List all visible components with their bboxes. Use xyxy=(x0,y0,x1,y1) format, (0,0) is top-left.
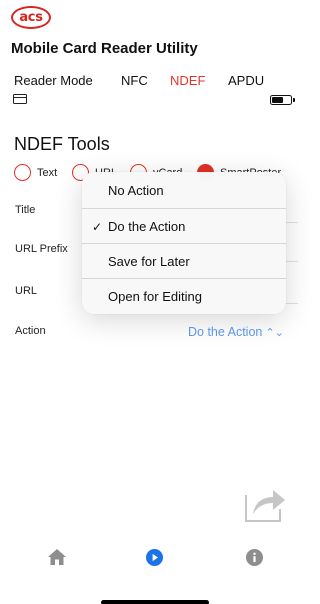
url-label: URL xyxy=(15,285,38,297)
tab-reader-mode[interactable]: Reader Mode xyxy=(14,73,93,88)
logo-text: acs xyxy=(19,10,43,25)
checkmark-icon: ✓ xyxy=(91,219,103,234)
home-indicator[interactable] xyxy=(101,600,209,604)
menu-item-do-the-action[interactable]: ✓ Do the Action xyxy=(82,209,286,244)
home-icon[interactable] xyxy=(47,548,67,571)
acs-logo: acs xyxy=(11,6,51,29)
radio-text[interactable]: Text xyxy=(14,164,57,181)
menu-item-label: No Action xyxy=(108,183,164,198)
radio-label: Text xyxy=(37,166,58,179)
url-prefix-label: URL Prefix xyxy=(15,243,68,255)
action-select-value: Do the Action xyxy=(188,325,263,339)
menu-item-open-for-editing[interactable]: Open for Editing xyxy=(82,279,286,314)
play-icon[interactable] xyxy=(146,549,163,571)
app-title: Mobile Card Reader Utility xyxy=(11,40,198,57)
card-icon xyxy=(13,94,27,104)
menu-item-label: Do the Action xyxy=(108,219,186,234)
battery-icon xyxy=(270,95,295,105)
chevron-up-down-icon: ⌃⌄ xyxy=(265,327,284,339)
share-icon[interactable] xyxy=(244,483,288,523)
radio-ring-icon xyxy=(14,164,31,181)
mode-tabs: Reader Mode NFC NDEF APDU xyxy=(14,73,294,89)
action-label: Action xyxy=(15,325,46,337)
menu-item-save-for-later[interactable]: Save for Later xyxy=(82,244,286,279)
tab-ndef[interactable]: NDEF xyxy=(170,73,205,88)
title-label: Title xyxy=(15,204,36,216)
info-icon[interactable] xyxy=(246,549,263,571)
menu-item-no-action[interactable]: No Action xyxy=(82,173,286,208)
menu-item-label: Save for Later xyxy=(108,254,190,269)
tab-apdu[interactable]: APDU xyxy=(228,73,264,88)
action-menu: No Action ✓ Do the Action Save for Later… xyxy=(82,172,286,314)
tab-nfc[interactable]: NFC xyxy=(121,73,148,88)
action-select[interactable]: Do the Action ⌃⌄ xyxy=(188,325,284,339)
section-title: NDEF Tools xyxy=(14,134,110,154)
menu-item-label: Open for Editing xyxy=(108,289,202,304)
